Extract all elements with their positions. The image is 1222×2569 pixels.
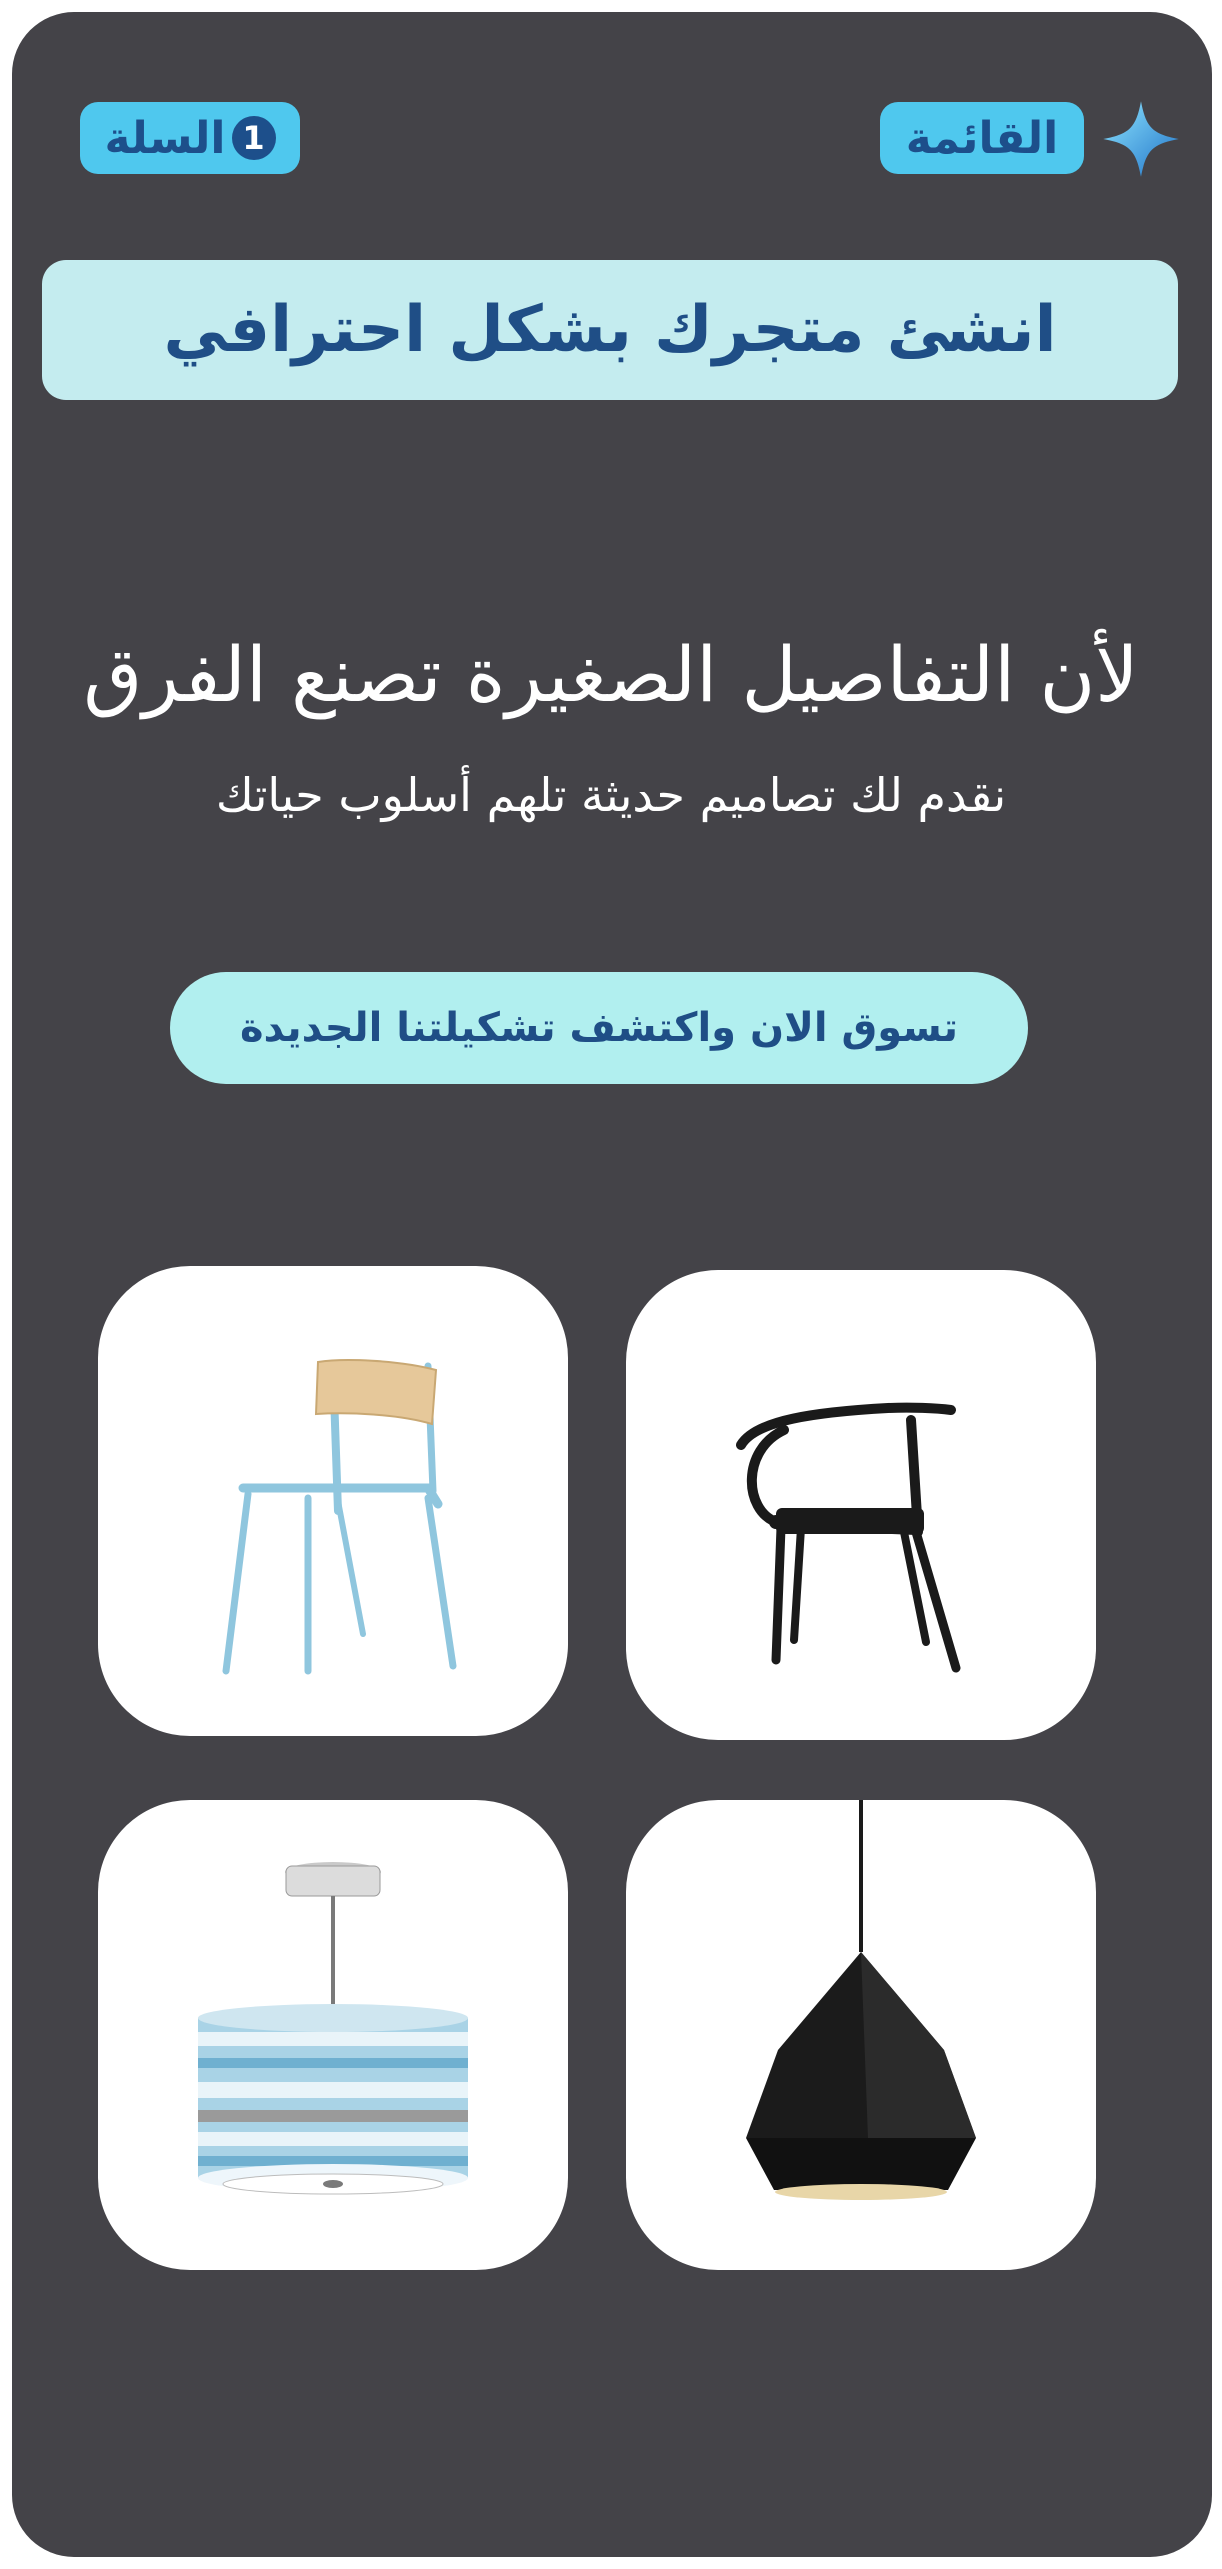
- star-logo-icon: [1103, 101, 1179, 177]
- product-tile-blue-chair[interactable]: [98, 1266, 568, 1736]
- product-tile-striped-pendant[interactable]: [98, 1800, 568, 2270]
- blue-chair-image: [222, 1359, 457, 1675]
- product-tile-black-pendant[interactable]: [626, 1800, 1096, 2270]
- cart-count-badge: 1: [231, 116, 276, 160]
- product-tile-black-armchair[interactable]: [626, 1270, 1096, 1740]
- cart-label: السلة: [104, 112, 226, 164]
- logo-icon[interactable]: [1100, 98, 1182, 180]
- menu-label: القائمة: [905, 112, 1059, 164]
- cart-button[interactable]: 1 السلة: [80, 102, 300, 174]
- hero-subheadline: نقدم لك تصاميم حديثة تلهم أسلوب حياتك: [215, 768, 1007, 822]
- shop-now-label: تسوق الان واكتشف تشكيلتنا الجديدة: [239, 1005, 959, 1051]
- menu-button[interactable]: القائمة: [880, 102, 1084, 174]
- promo-banner: انشئ متجرك بشكل احترافي: [42, 260, 1178, 400]
- banner-text: انشئ متجرك بشكل احترافي: [163, 293, 1057, 367]
- black-armchair-image: [736, 1402, 961, 1673]
- black-pendant-image: [746, 1800, 976, 2200]
- striped-pendant-image: [198, 1862, 468, 2195]
- shop-now-button[interactable]: تسوق الان واكتشف تشكيلتنا الجديدة: [170, 972, 1028, 1084]
- hero-headline: لأن التفاصيل الصغيرة تصنع الفرق: [83, 630, 1139, 719]
